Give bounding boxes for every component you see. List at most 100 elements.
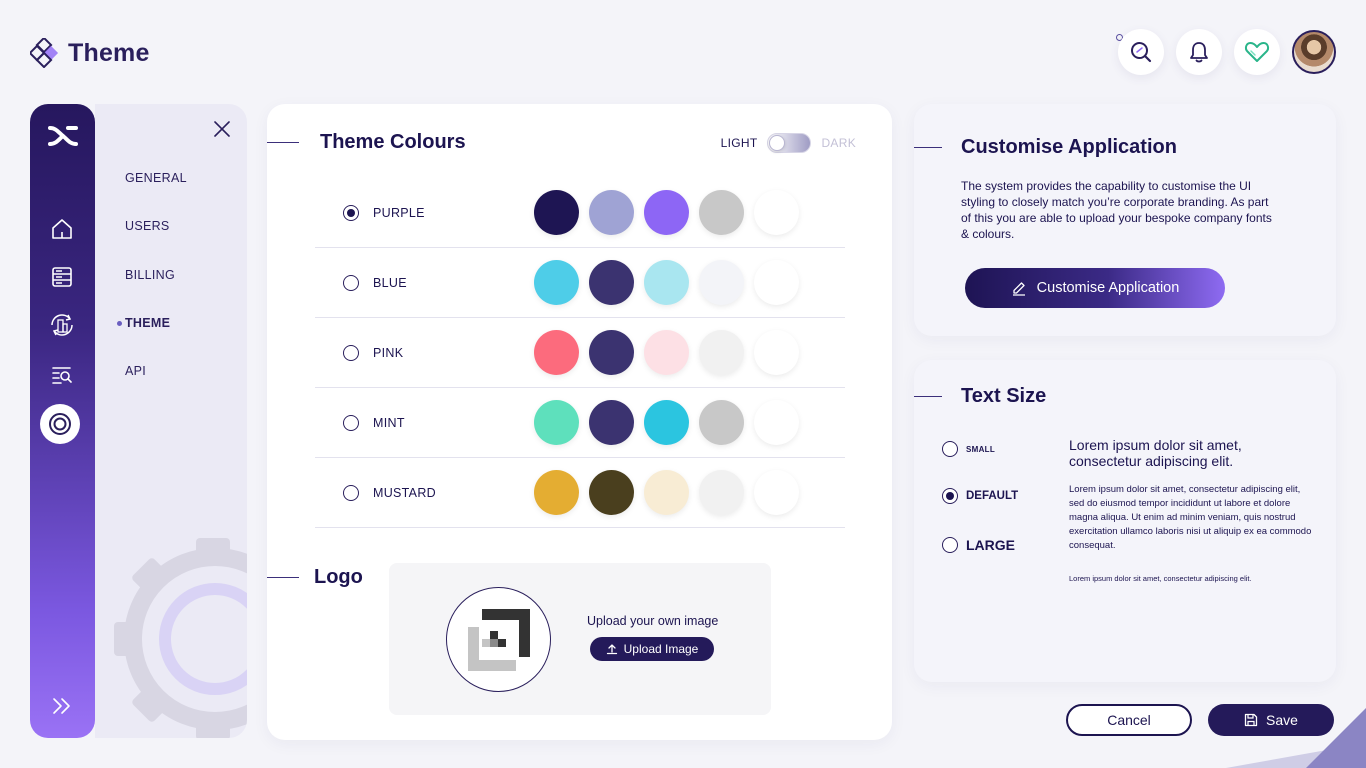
text-size-card: Text Size SMALL DEFAULT LARGE Lorem ipsu…	[914, 360, 1336, 682]
theme-label: MUSTARD	[373, 485, 436, 500]
customise-description: The system provides the capability to cu…	[961, 179, 1272, 241]
colour-swatch[interactable]	[754, 330, 799, 375]
radio-large[interactable]	[942, 537, 958, 553]
header-actions	[1118, 29, 1336, 75]
text-size-option-large[interactable]: LARGE	[942, 537, 1015, 553]
theme-radio[interactable]	[343, 484, 359, 501]
swatch-group	[534, 470, 799, 515]
server-icon	[52, 267, 72, 287]
colour-swatch[interactable]	[754, 190, 799, 235]
search-icon	[1131, 42, 1152, 63]
cancel-button[interactable]: Cancel	[1066, 704, 1192, 736]
notifications-button[interactable]	[1176, 29, 1222, 75]
upload-image-label: Upload Image	[623, 642, 699, 656]
colour-swatch[interactable]	[699, 400, 744, 445]
submenu-item-theme[interactable]: THEME	[116, 316, 170, 330]
colour-swatch[interactable]	[534, 470, 579, 515]
colour-swatch[interactable]	[644, 400, 689, 445]
settings-submenu: GENERAL USERS BILLING THEME API	[95, 104, 247, 738]
colour-swatch[interactable]	[589, 470, 634, 515]
colour-swatch[interactable]	[589, 190, 634, 235]
colour-swatch[interactable]	[699, 470, 744, 515]
colour-swatch[interactable]	[589, 260, 634, 305]
home-icon	[52, 219, 72, 239]
user-avatar[interactable]	[1292, 30, 1336, 74]
theme-radio[interactable]	[343, 274, 359, 291]
theme-radio[interactable]	[343, 414, 359, 431]
text-size-option-small[interactable]: SMALL	[942, 441, 995, 457]
save-label: Save	[1266, 712, 1298, 728]
theme-colours-card: Theme Colours LIGHT DARK PURPLE BLUE PINK M…	[267, 104, 892, 740]
rail-item-search[interactable]	[47, 360, 77, 390]
colour-swatch[interactable]	[534, 190, 579, 235]
submenu-item-billing[interactable]: BILLING	[125, 268, 175, 282]
swatch-group	[534, 400, 799, 445]
colour-swatch[interactable]	[644, 330, 689, 375]
text-size-small-label: SMALL	[966, 444, 996, 454]
theme-label: BLUE	[373, 275, 407, 290]
app-title: Theme	[68, 38, 150, 67]
colour-swatch[interactable]	[754, 260, 799, 305]
toggle-knob	[769, 135, 786, 151]
colour-swatch[interactable]	[644, 470, 689, 515]
colour-swatch[interactable]	[534, 260, 579, 305]
text-size-option-default[interactable]: DEFAULT	[942, 488, 1018, 504]
toggle-dark-label: DARK	[821, 136, 856, 150]
close-button[interactable]	[213, 120, 231, 143]
colour-swatch[interactable]	[699, 190, 744, 235]
edit-icon	[1012, 282, 1025, 296]
save-icon	[1244, 713, 1258, 727]
submenu-item-general[interactable]: GENERAL	[125, 171, 187, 185]
colour-swatch[interactable]	[589, 400, 634, 445]
rail-item-organisations[interactable]	[47, 310, 77, 340]
bell-icon	[1190, 42, 1208, 63]
theme-label: PINK	[373, 345, 404, 360]
brand: Theme	[30, 38, 150, 68]
rail-item-servers[interactable]	[47, 262, 77, 292]
text-size-default-label: DEFAULT	[966, 490, 1019, 502]
theme-row-pink[interactable]: PINK	[315, 318, 845, 388]
building-sync-icon	[51, 314, 73, 336]
text-size-large-label: LARGE	[966, 537, 1015, 553]
section-divider	[914, 147, 942, 148]
colour-swatch[interactable]	[589, 330, 634, 375]
search-button[interactable]	[1118, 29, 1164, 75]
swatch-group	[534, 260, 799, 305]
colour-swatch[interactable]	[699, 260, 744, 305]
theme-radio[interactable]	[343, 204, 359, 221]
colour-swatch[interactable]	[754, 400, 799, 445]
colour-swatch[interactable]	[644, 260, 689, 305]
rail-item-settings[interactable]	[40, 404, 80, 444]
sidebar-rail	[30, 104, 95, 738]
radio-small[interactable]	[942, 441, 958, 457]
search-list-icon	[52, 367, 72, 384]
colour-swatch[interactable]	[699, 330, 744, 375]
theme-row-blue[interactable]: BLUE	[315, 248, 845, 318]
toggle-light-label: LIGHT	[720, 136, 758, 150]
close-icon	[214, 121, 230, 137]
chevron-double-right-icon	[53, 698, 70, 714]
submenu-item-api[interactable]: API	[125, 364, 146, 378]
colour-swatch[interactable]	[754, 470, 799, 515]
colour-swatch[interactable]	[644, 190, 689, 235]
save-button[interactable]: Save	[1208, 704, 1334, 736]
theme-logo-icon	[30, 38, 59, 68]
mode-toggle[interactable]	[767, 133, 812, 153]
favourites-button[interactable]	[1234, 29, 1280, 75]
section-divider	[267, 142, 299, 143]
theme-row-mustard[interactable]: MUSTARD	[315, 458, 845, 528]
logo-placeholder-icon	[467, 608, 530, 671]
colour-swatch[interactable]	[534, 400, 579, 445]
radio-default[interactable]	[942, 488, 958, 504]
heart-icon	[1244, 42, 1270, 62]
theme-radio[interactable]	[343, 344, 359, 361]
customise-application-button[interactable]: Customise Application	[965, 268, 1225, 308]
submenu-item-users[interactable]: USERS	[125, 219, 170, 233]
upload-image-button[interactable]: Upload Image	[590, 637, 714, 661]
rail-item-home[interactable]	[47, 214, 77, 244]
theme-row-mint[interactable]: MINT	[315, 388, 845, 458]
colour-swatch[interactable]	[534, 330, 579, 375]
expand-button[interactable]	[50, 696, 74, 721]
theme-row-purple[interactable]: PURPLE	[315, 178, 845, 248]
logo-title: Logo	[314, 566, 363, 588]
